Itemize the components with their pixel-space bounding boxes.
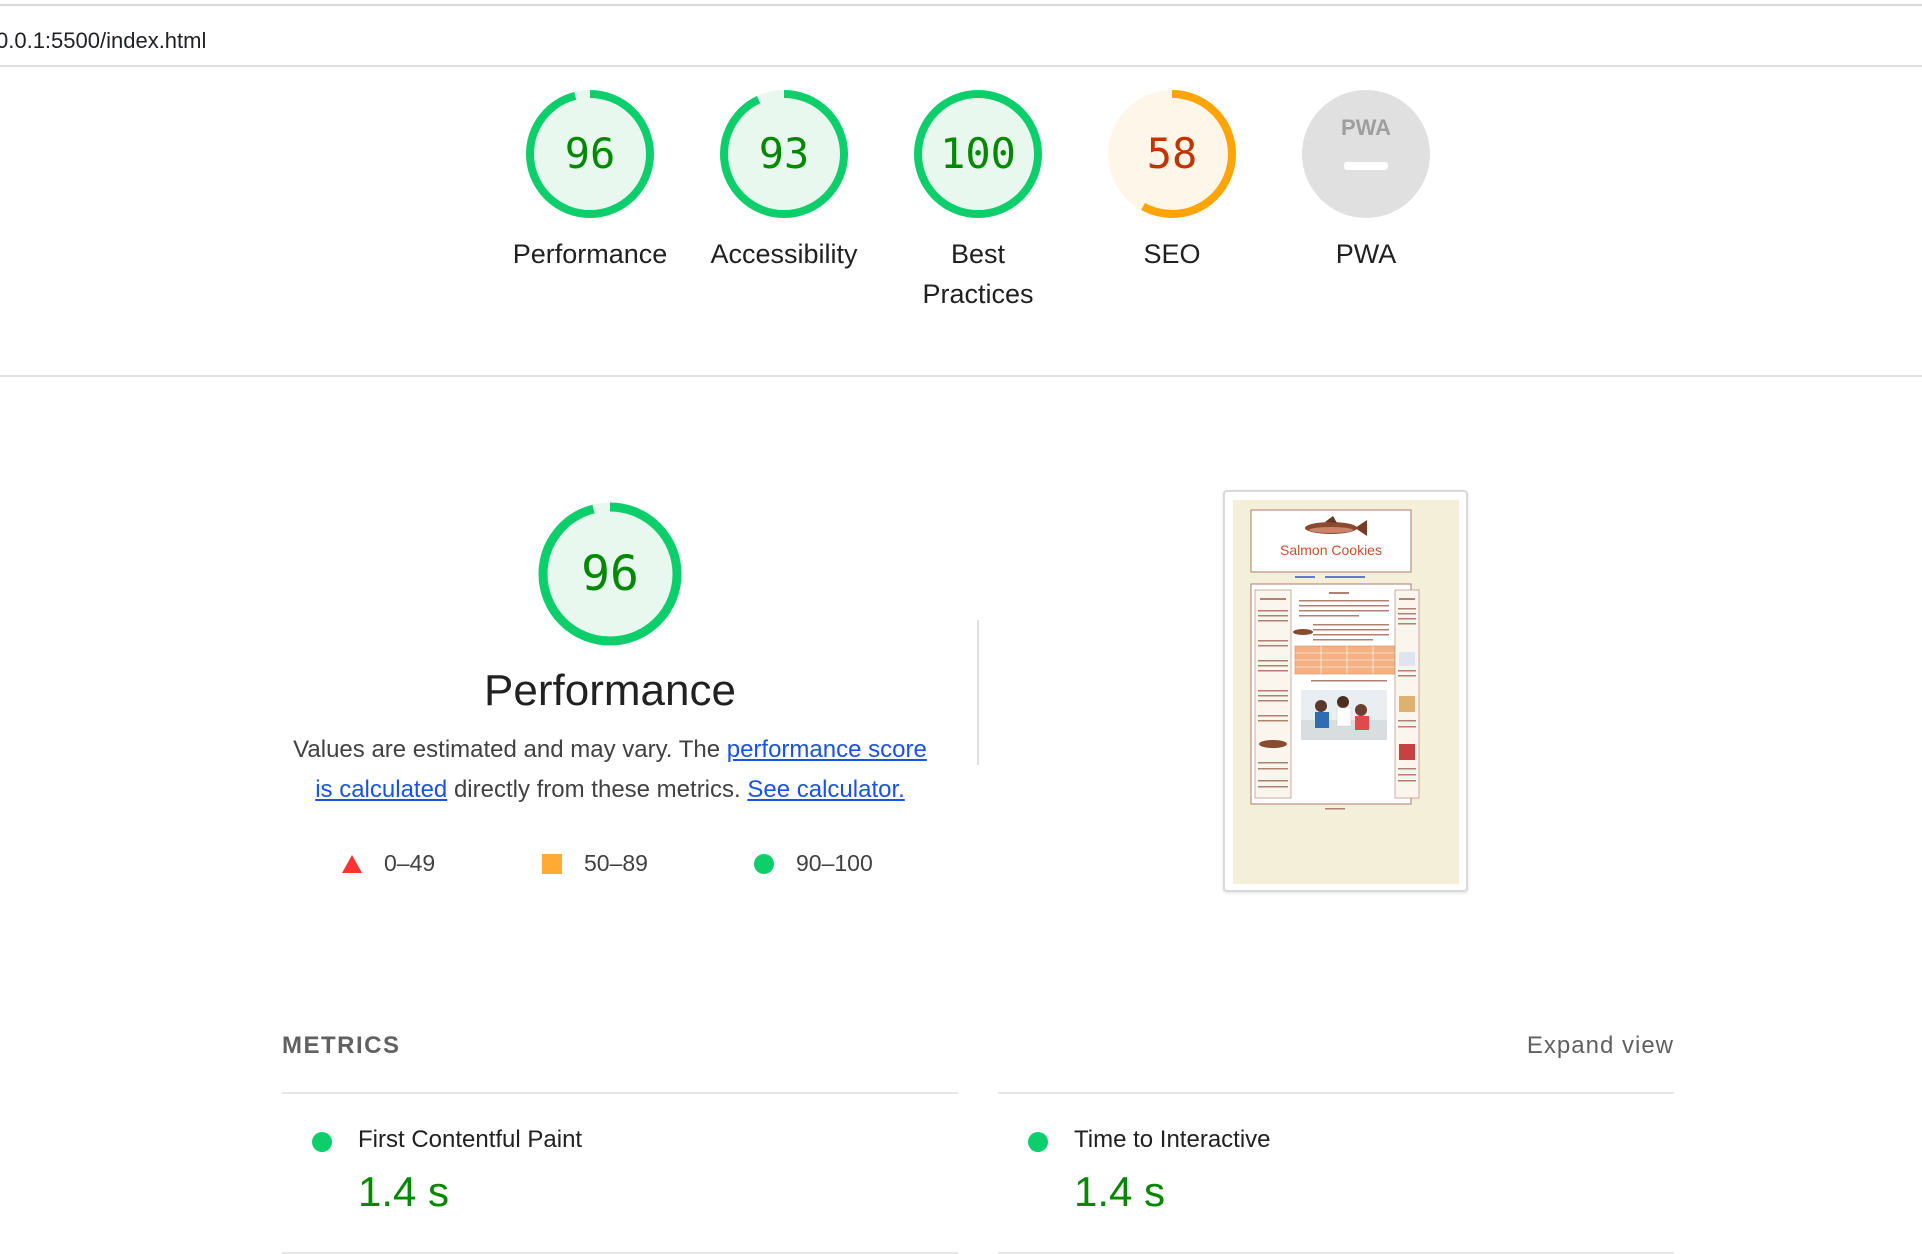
- performance-gauge-ring: 96: [526, 90, 654, 218]
- legend-average-range: 50–89: [584, 850, 648, 876]
- legend-fail-range: 0–49: [384, 850, 436, 876]
- gauge-label-pwa: PWA: [1335, 239, 1397, 269]
- see-calculator-link[interactable]: See calculator.: [747, 776, 904, 803]
- screenshot-page: Salmon Cookies: [1233, 500, 1459, 884]
- pwa-badge-icon: PWA: [1302, 90, 1430, 218]
- desc-prefix: Values are estimated and may vary. The: [293, 736, 727, 763]
- category-gauges: 96 Performance 93 Accessibility 100 Best…: [0, 67, 1922, 377]
- circle-icon: [754, 853, 774, 874]
- metric-value: 1.4 s: [1074, 1168, 1166, 1215]
- desc-middle: directly from these metrics.: [447, 776, 748, 803]
- accessibility-gauge-ring: 93: [720, 90, 848, 218]
- performance-section: 96 Performance Values are estimated and …: [270, 500, 950, 876]
- url-bar[interactable]: 0.0.1:5500/index.html: [0, 4, 1922, 67]
- gauge-label-best-practices: Best Practices: [922, 239, 1034, 309]
- metric-name: Time to Interactive: [1074, 1126, 1271, 1153]
- gauge-best-practices[interactable]: 100 Best Practices: [888, 88, 1068, 314]
- performance-title: Performance: [484, 666, 736, 715]
- pass-circle-icon: [312, 1132, 332, 1152]
- performance-large-gauge: 96: [538, 502, 682, 646]
- gauge-pwa[interactable]: PWA PWA: [1276, 88, 1456, 274]
- metric-time-to-interactive: Time to Interactive 1.4 s: [998, 1092, 1674, 1254]
- site-preview: Salmon Cookies: [1233, 500, 1459, 884]
- seo-score: 58: [1147, 129, 1198, 178]
- pass-circle-icon: [1028, 1132, 1048, 1152]
- final-screenshot-thumbnail[interactable]: Salmon Cookies: [1223, 490, 1468, 892]
- performance-large-score: 96: [581, 546, 639, 602]
- triangle-icon: [342, 854, 362, 873]
- pwa-badge-text: PWA: [1341, 115, 1391, 140]
- legend-pass: 90–100: [754, 850, 873, 877]
- legend-pass-range: 90–100: [796, 850, 873, 876]
- expand-view-button[interactable]: Expand view: [1527, 1032, 1674, 1060]
- performance-description: Values are estimated and may vary. The p…: [290, 730, 930, 810]
- metric-name: First Contentful Paint: [358, 1126, 583, 1153]
- square-icon: [542, 853, 562, 874]
- best-practices-score: 100: [940, 129, 1016, 178]
- legend-average: 50–89: [542, 850, 648, 877]
- url-text[interactable]: 0.0.1:5500/index.html: [0, 28, 206, 54]
- metric-first-contentful-paint: First Contentful Paint 1.4 s: [282, 1092, 958, 1254]
- metrics-header: METRICS Expand view: [282, 1032, 1674, 1072]
- gauge-accessibility[interactable]: 93 Accessibility: [694, 88, 874, 274]
- gauge-label-seo: SEO: [1143, 239, 1201, 269]
- score-legend: 0–49 50–89 90–100: [270, 850, 950, 880]
- lighthouse-report: 0.0.1:5500/index.html 96 Performance 93 …: [0, 0, 1922, 1254]
- section-divider: [977, 620, 979, 765]
- metric-value: 1.4 s: [358, 1168, 450, 1215]
- metrics-title: METRICS: [282, 1032, 401, 1059]
- accessibility-score: 93: [759, 129, 810, 178]
- site-title: Salmon Cookies: [1280, 542, 1382, 558]
- performance-score: 96: [565, 129, 616, 178]
- best-practices-gauge-ring: 100: [914, 90, 1042, 218]
- seo-gauge-ring: 58: [1108, 90, 1236, 218]
- gauge-performance[interactable]: 96 Performance: [500, 88, 680, 274]
- legend-fail: 0–49: [342, 850, 435, 877]
- gauge-label-accessibility: Accessibility: [710, 239, 858, 269]
- gauge-label-performance: Performance: [512, 239, 668, 269]
- gauge-seo[interactable]: 58 SEO: [1082, 88, 1262, 274]
